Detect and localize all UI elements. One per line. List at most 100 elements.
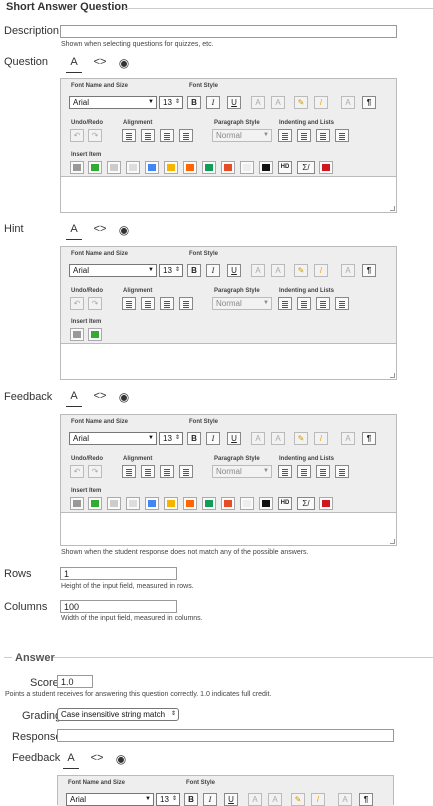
outdent-icon[interactable] (278, 297, 292, 310)
rows-input[interactable] (60, 567, 177, 580)
underline-button[interactable]: U (227, 264, 241, 277)
pilcrow-button[interactable]: ¶ (362, 432, 376, 445)
resize-handle-icon[interactable] (390, 373, 395, 378)
paragraph-style-select[interactable]: Normal ▼ (212, 465, 272, 478)
indent-icon[interactable] (297, 297, 311, 310)
columns-input[interactable] (60, 600, 177, 613)
html-mode-icon[interactable]: <> (89, 752, 105, 768)
html-mode-icon[interactable]: <> (92, 390, 108, 406)
bold-button[interactable]: B (187, 96, 201, 109)
preview-eye-icon[interactable]: ◉ (116, 390, 132, 406)
rich-text-mode-icon[interactable]: A (63, 752, 79, 769)
align-justify-icon[interactable] (179, 465, 193, 478)
preview-eye-icon[interactable]: ◉ (116, 56, 132, 72)
hd-video-button[interactable]: HD (278, 497, 292, 510)
font-name-select[interactable]: Arial ▼ (69, 432, 157, 445)
rich-text-mode-icon[interactable]: A (66, 223, 82, 240)
font-size-change-button[interactable]: A (341, 96, 355, 109)
align-center-icon[interactable] (141, 297, 155, 310)
html5-icon[interactable] (221, 161, 235, 174)
subscript-button[interactable]: A (251, 264, 265, 277)
math-button[interactable]: Σ/ (297, 161, 315, 174)
italic-button[interactable]: I (206, 264, 220, 277)
pilcrow-button[interactable]: ¶ (362, 96, 376, 109)
align-center-icon[interactable] (141, 129, 155, 142)
image-icon[interactable] (88, 497, 102, 510)
underline-button[interactable]: U (227, 96, 241, 109)
undo-icon[interactable]: ↶ (70, 129, 84, 142)
font-size-select[interactable]: 13 ⇕ (159, 432, 183, 445)
resize-handle-icon[interactable] (390, 539, 395, 544)
align-right-icon[interactable] (160, 465, 174, 478)
description-input[interactable] (60, 25, 397, 38)
redo-icon[interactable]: ↷ (88, 465, 102, 478)
html5-icon[interactable] (221, 497, 235, 510)
hd-video-button[interactable]: HD (278, 161, 292, 174)
rich-text-mode-icon[interactable]: A (66, 390, 82, 407)
font-size-change-button[interactable]: A (341, 432, 355, 445)
font-size-select[interactable]: 13 ⇕ (159, 96, 183, 109)
align-center-icon[interactable] (141, 465, 155, 478)
italic-button[interactable]: I (206, 432, 220, 445)
google-drive-icon[interactable] (164, 161, 178, 174)
superscript-button[interactable]: A (271, 96, 285, 109)
underline-button[interactable]: U (227, 432, 241, 445)
undo-icon[interactable]: ↶ (70, 465, 84, 478)
grading-select[interactable]: Case insensitive string match ⇕ (57, 708, 179, 721)
horizontal-rule-icon[interactable] (126, 161, 140, 174)
font-size-select[interactable]: 13 ⇕ (159, 264, 183, 277)
align-right-icon[interactable] (160, 129, 174, 142)
text-color-button[interactable]: ✎ (294, 96, 308, 109)
outdent-icon[interactable] (278, 129, 292, 142)
bullet-list-icon[interactable] (316, 465, 330, 478)
bullet-list-icon[interactable] (316, 297, 330, 310)
google-sheets-icon[interactable] (202, 161, 216, 174)
align-justify-icon[interactable] (179, 297, 193, 310)
paragraph-style-select[interactable]: Normal ▼ (212, 129, 272, 142)
preview-eye-icon[interactable]: ◉ (113, 752, 129, 768)
text-color-button[interactable]: ✎ (294, 264, 308, 277)
response-input[interactable] (57, 729, 394, 742)
paragraph-style-select[interactable]: Normal ▼ (212, 297, 272, 310)
subscript-button[interactable]: A (251, 432, 265, 445)
image-icon[interactable] (88, 328, 102, 341)
image-icon[interactable] (88, 161, 102, 174)
pilcrow-button[interactable]: ¶ (362, 264, 376, 277)
highlight-button[interactable]: / (314, 264, 328, 277)
blank-page-icon[interactable] (240, 161, 254, 174)
math-button[interactable]: Σ/ (297, 497, 315, 510)
align-left-icon[interactable] (122, 297, 136, 310)
align-right-icon[interactable] (160, 297, 174, 310)
comments-icon[interactable] (183, 497, 197, 510)
attachment-icon[interactable] (70, 161, 84, 174)
font-name-select[interactable]: Arial ▼ (69, 96, 157, 109)
horizontal-rule-icon[interactable] (126, 497, 140, 510)
subscript-button[interactable]: A (251, 96, 265, 109)
outdent-icon[interactable] (278, 465, 292, 478)
equation-editor-icon[interactable] (107, 497, 121, 510)
google-sheets-icon[interactable] (202, 497, 216, 510)
html-mode-icon[interactable]: <> (92, 223, 108, 239)
preview-eye-icon[interactable]: ◉ (116, 223, 132, 239)
undo-icon[interactable]: ↶ (70, 297, 84, 310)
text-color-button[interactable]: ✎ (294, 432, 308, 445)
highlight-button[interactable]: / (314, 432, 328, 445)
numbered-list-icon[interactable] (335, 129, 349, 142)
equation-editor-icon[interactable] (107, 161, 121, 174)
bold-button[interactable]: B (187, 432, 201, 445)
comments-icon[interactable] (183, 161, 197, 174)
html-mode-icon[interactable]: <> (92, 56, 108, 72)
google-docs-icon[interactable] (145, 497, 159, 510)
superscript-button[interactable]: A (271, 264, 285, 277)
redo-icon[interactable]: ↷ (88, 297, 102, 310)
italic-button[interactable]: I (206, 96, 220, 109)
contrast-icon[interactable] (259, 161, 273, 174)
resize-handle-icon[interactable] (390, 206, 395, 211)
indent-icon[interactable] (297, 129, 311, 142)
youtube-icon[interactable] (319, 497, 333, 510)
numbered-list-icon[interactable] (335, 297, 349, 310)
align-left-icon[interactable] (122, 465, 136, 478)
youtube-icon[interactable] (319, 161, 333, 174)
font-size-change-button[interactable]: A (341, 264, 355, 277)
rich-text-mode-icon[interactable]: A (66, 56, 82, 73)
